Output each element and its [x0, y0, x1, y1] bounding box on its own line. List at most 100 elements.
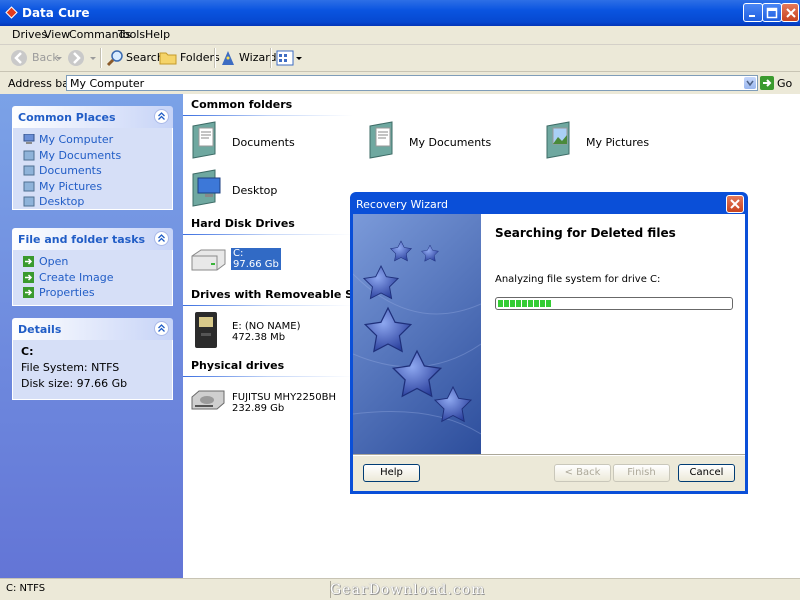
dialog-close-button[interactable]: [726, 195, 744, 213]
chevron-down-icon: [746, 80, 754, 87]
file-tasks-header[interactable]: File and folder tasks: [12, 228, 173, 250]
place-label: My Computer: [39, 133, 114, 146]
details-header[interactable]: Details: [12, 318, 173, 340]
folder-desktop[interactable]: Desktop: [191, 168, 311, 208]
back-button-dialog[interactable]: < Back: [554, 464, 611, 482]
desktop-icon: [23, 196, 35, 207]
place-my-documents[interactable]: My Documents: [13, 148, 172, 164]
forward-arrow-icon: [68, 50, 84, 66]
finish-button[interactable]: Finish: [613, 464, 670, 482]
wizard-icon: [222, 51, 234, 65]
group-divider: [183, 305, 353, 306]
search-button[interactable]: Search: [106, 49, 164, 67]
file-tasks-body: Open Create Image Properties: [12, 250, 173, 306]
minimize-icon: [749, 15, 755, 17]
go-arrow-icon: [760, 76, 774, 90]
drive-e-label: E: (NO NAME) 472.38 Mb: [232, 321, 300, 343]
place-my-computer[interactable]: My Computer: [13, 132, 172, 148]
details-filesystem: File System: NTFS: [21, 361, 120, 374]
task-create-image[interactable]: Create Image: [13, 270, 172, 286]
place-my-pictures[interactable]: My Pictures: [13, 179, 172, 195]
help-button[interactable]: Help: [363, 464, 420, 482]
menu-view[interactable]: View: [44, 28, 70, 41]
place-label: My Documents: [39, 148, 122, 162]
address-value: My Computer: [70, 77, 145, 90]
go-button[interactable]: Go: [760, 75, 798, 91]
collapse-icon[interactable]: [154, 321, 169, 336]
forward-dropdown-icon[interactable]: [90, 57, 96, 61]
task-label: Open: [39, 255, 69, 268]
watermark: GearDownload.com: [330, 582, 486, 598]
dialog-title: Recovery Wizard: [356, 198, 449, 211]
folder-documents[interactable]: Documents: [191, 120, 311, 160]
group-divider: [183, 376, 353, 377]
close-button[interactable]: [781, 3, 799, 22]
forward-button[interactable]: [67, 49, 89, 67]
wizard-button[interactable]: Wizard: [219, 49, 277, 67]
folders-button[interactable]: Folders: [159, 49, 220, 67]
status-bar: C: NTFS GearDownload.com: [0, 578, 800, 600]
folders-icon: [159, 52, 177, 65]
address-bar: Address bar: My Computer Go: [0, 72, 800, 95]
place-desktop[interactable]: Desktop: [13, 194, 172, 210]
back-dropdown-icon[interactable]: [56, 57, 62, 61]
details-disksize: Disk size: 97.66 Gb: [21, 377, 128, 390]
task-open[interactable]: Open: [13, 254, 172, 270]
wizard-status: Analyzing file system for drive C:: [495, 274, 661, 285]
drive-c[interactable]: C: 97.66 Gb: [189, 246, 309, 276]
back-button[interactable]: Back: [10, 49, 62, 67]
drive-c-selection: C: 97.66 Gb: [231, 248, 281, 270]
drive-name: E: (NO NAME): [232, 321, 301, 332]
wizard-page: [481, 214, 745, 454]
close-icon: [786, 8, 796, 18]
green-arrow-icon: [23, 256, 34, 267]
task-properties[interactable]: Properties: [13, 285, 172, 301]
folder-icon: [23, 150, 35, 160]
views-icon: [276, 50, 302, 66]
collapse-icon[interactable]: [154, 109, 169, 124]
cancel-button[interactable]: Cancel: [678, 464, 735, 482]
drive-e[interactable]: E: (NO NAME) 472.38 Mb: [193, 311, 343, 351]
menu-tools[interactable]: Tools: [118, 28, 145, 41]
progress-segment: [522, 300, 527, 307]
progress-bar: [495, 297, 733, 310]
recovery-wizard-dialog: Recovery Wizard Searching for Deleted fi…: [350, 192, 748, 494]
common-places-body: My Computer My Documents Documents My Pi…: [12, 128, 173, 210]
hard-disk-icon: [191, 249, 226, 271]
common-places-title: Common Places: [18, 111, 116, 124]
physical-drive-fujitsu[interactable]: FUJITSU MHY2250BH 232.89 Gb: [189, 388, 349, 418]
pictures-folder-icon: [23, 181, 35, 191]
task-label: Create Image: [39, 270, 114, 284]
dialog-separator: [353, 454, 745, 456]
address-dropdown-button[interactable]: [744, 77, 756, 89]
wizard-heading: Searching for Deleted files: [495, 226, 676, 240]
drive-size: 472.38 Mb: [232, 332, 286, 343]
place-label: Desktop: [39, 195, 85, 208]
views-button[interactable]: [276, 49, 304, 67]
menu-drives[interactable]: Drives: [12, 28, 47, 41]
details-body: C: File System: NTFS Disk size: 97.66 Gb: [12, 340, 173, 400]
folder-my-documents[interactable]: My Documents: [368, 120, 491, 160]
back-arrow-icon: [11, 50, 27, 66]
removable-drive-icon: [195, 312, 217, 348]
status-text: C: NTFS: [6, 583, 46, 594]
title-bar[interactable]: Data Cure: [0, 0, 800, 26]
place-documents[interactable]: Documents: [13, 163, 172, 179]
group-physical: Physical drives: [191, 359, 285, 372]
group-common-folders: Common folders: [191, 98, 293, 111]
folder-my-pictures[interactable]: My Pictures: [545, 120, 665, 160]
minimize-button[interactable]: [743, 3, 763, 22]
window-title: Data Cure: [22, 6, 90, 20]
progress-segment: [516, 300, 521, 307]
common-places-header[interactable]: Common Places: [12, 106, 173, 128]
physical-drive-label: FUJITSU MHY2250BH 232.89 Gb: [232, 392, 336, 414]
drive-name: C:: [233, 248, 244, 259]
collapse-icon[interactable]: [154, 231, 169, 246]
task-label: Properties: [39, 286, 95, 299]
menu-help[interactable]: Help: [145, 28, 170, 41]
maximize-button[interactable]: [762, 3, 782, 22]
address-input[interactable]: My Computer: [66, 75, 758, 91]
progress-segment: [528, 300, 533, 307]
folder-label: My Pictures: [586, 136, 650, 149]
place-label: My Pictures: [39, 179, 103, 193]
